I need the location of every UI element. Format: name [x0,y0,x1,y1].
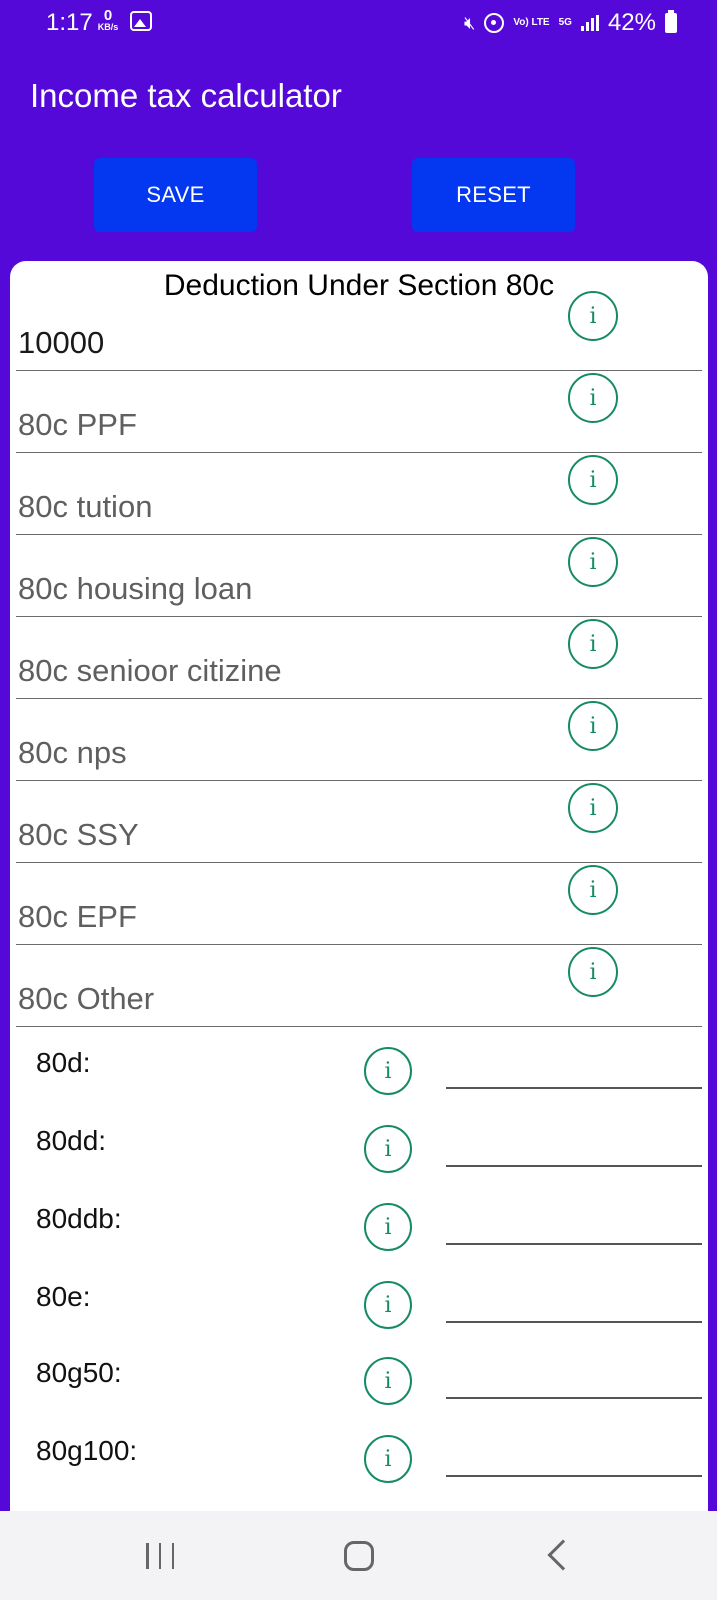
info-icon[interactable]: i [364,1125,412,1173]
battery-icon [665,10,677,33]
info-icon[interactable]: i [568,947,618,997]
deduction-row-80d: 80d: i [10,1037,708,1115]
info-icon[interactable]: i [364,1281,412,1329]
system-nav-bar [0,1511,717,1600]
field-80c-senior-citizen-placeholder[interactable]: 80c senioor citizine [18,653,282,689]
field-80c-ppf[interactable]: 80c PPF i [16,369,702,453]
deduction-row-80g100: 80g100: i [10,1425,708,1503]
data-speed-value: 0 [103,7,113,24]
deduction-label: 80e: [36,1281,91,1312]
info-icon[interactable]: i [568,455,618,505]
app-title: Income tax calculator [30,77,342,114]
recents-icon[interactable] [146,1543,174,1571]
reset-button[interactable]: RESET [412,158,575,232]
data-speed-indicator: 0 KB/s [94,8,122,32]
gallery-notification-icon [130,11,152,31]
volte-icon: Vo) LTE [513,17,550,28]
deduction-row-80g50: 80g50: i [10,1347,708,1425]
info-icon[interactable]: i [568,701,618,751]
status-bar: 1:17 0 KB/s 🔇︎ Vo) LTE 5G 42% [0,0,717,46]
hotspot-icon [484,13,505,33]
info-icon[interactable]: i [568,865,618,915]
field-80c-housing-loan-placeholder[interactable]: 80c housing loan [18,571,252,607]
field-80c-amount[interactable]: 10000 i [16,287,702,371]
deduction-input[interactable] [446,1321,702,1323]
info-icon[interactable]: i [364,1357,412,1405]
data-speed-unit: KB/s [97,22,119,32]
info-icon[interactable]: i [364,1047,412,1095]
deduction-label: 80g100: [36,1435,138,1466]
field-80c-ssy-placeholder[interactable]: 80c SSY [18,817,139,853]
field-80c-tution[interactable]: 80c tution i [16,451,702,535]
deduction-input[interactable] [446,1087,702,1089]
battery-percent: 42% [607,9,656,36]
info-icon[interactable]: i [568,619,618,669]
field-80c-epf-placeholder[interactable]: 80c EPF [18,899,137,935]
back-icon[interactable] [547,1539,579,1571]
deduction-label: 80g50: [36,1357,122,1388]
deduction-input[interactable] [446,1475,702,1477]
deduction-label: 80dd: [36,1125,107,1156]
deduction-label: 80ddb: [36,1203,122,1234]
deduction-row-80dd: 80dd: i [10,1115,708,1193]
info-icon[interactable]: i [364,1203,412,1251]
field-80c-housing-loan[interactable]: 80c housing loan i [16,533,702,617]
network-5g-icon: 5G [558,17,572,28]
signal-icon [580,15,599,31]
deduction-label: 80d: [36,1047,91,1078]
field-80c-other-placeholder[interactable]: 80c Other [18,981,154,1017]
field-underline [16,1025,702,1027]
mute-icon: 🔇︎ [463,12,476,33]
status-icons: 🔇︎ Vo) LTE 5G 42% [463,9,677,36]
info-icon[interactable]: i [568,537,618,587]
status-time: 1:17 [46,9,93,36]
field-80c-tution-placeholder[interactable]: 80c tution [18,489,152,525]
deduction-row-80ddb: 80ddb: i [10,1193,708,1271]
home-icon[interactable] [344,1541,374,1571]
field-80c-other[interactable]: 80c Other i [16,943,702,1027]
deduction-input[interactable] [446,1243,702,1245]
field-80c-epf[interactable]: 80c EPF i [16,861,702,945]
deduction-card: Deduction Under Section 80c 10000 i 80c … [10,261,708,1511]
deduction-input[interactable] [446,1397,702,1399]
info-icon[interactable]: i [364,1435,412,1483]
info-icon[interactable]: i [568,783,618,833]
info-icon[interactable]: i [568,291,618,341]
field-80c-ssy[interactable]: 80c SSY i [16,779,702,863]
field-80c-ppf-placeholder[interactable]: 80c PPF [18,407,137,443]
save-button[interactable]: SAVE [94,158,257,232]
deduction-input[interactable] [446,1165,702,1167]
field-80c-nps-placeholder[interactable]: 80c nps [18,735,127,771]
field-80c-amount-value[interactable]: 10000 [18,325,104,361]
field-80c-senior-citizen[interactable]: 80c senioor citizine i [16,615,702,699]
info-icon[interactable]: i [568,373,618,423]
deduction-row-80e: 80e: i [10,1271,708,1349]
field-80c-nps[interactable]: 80c nps i [16,697,702,781]
